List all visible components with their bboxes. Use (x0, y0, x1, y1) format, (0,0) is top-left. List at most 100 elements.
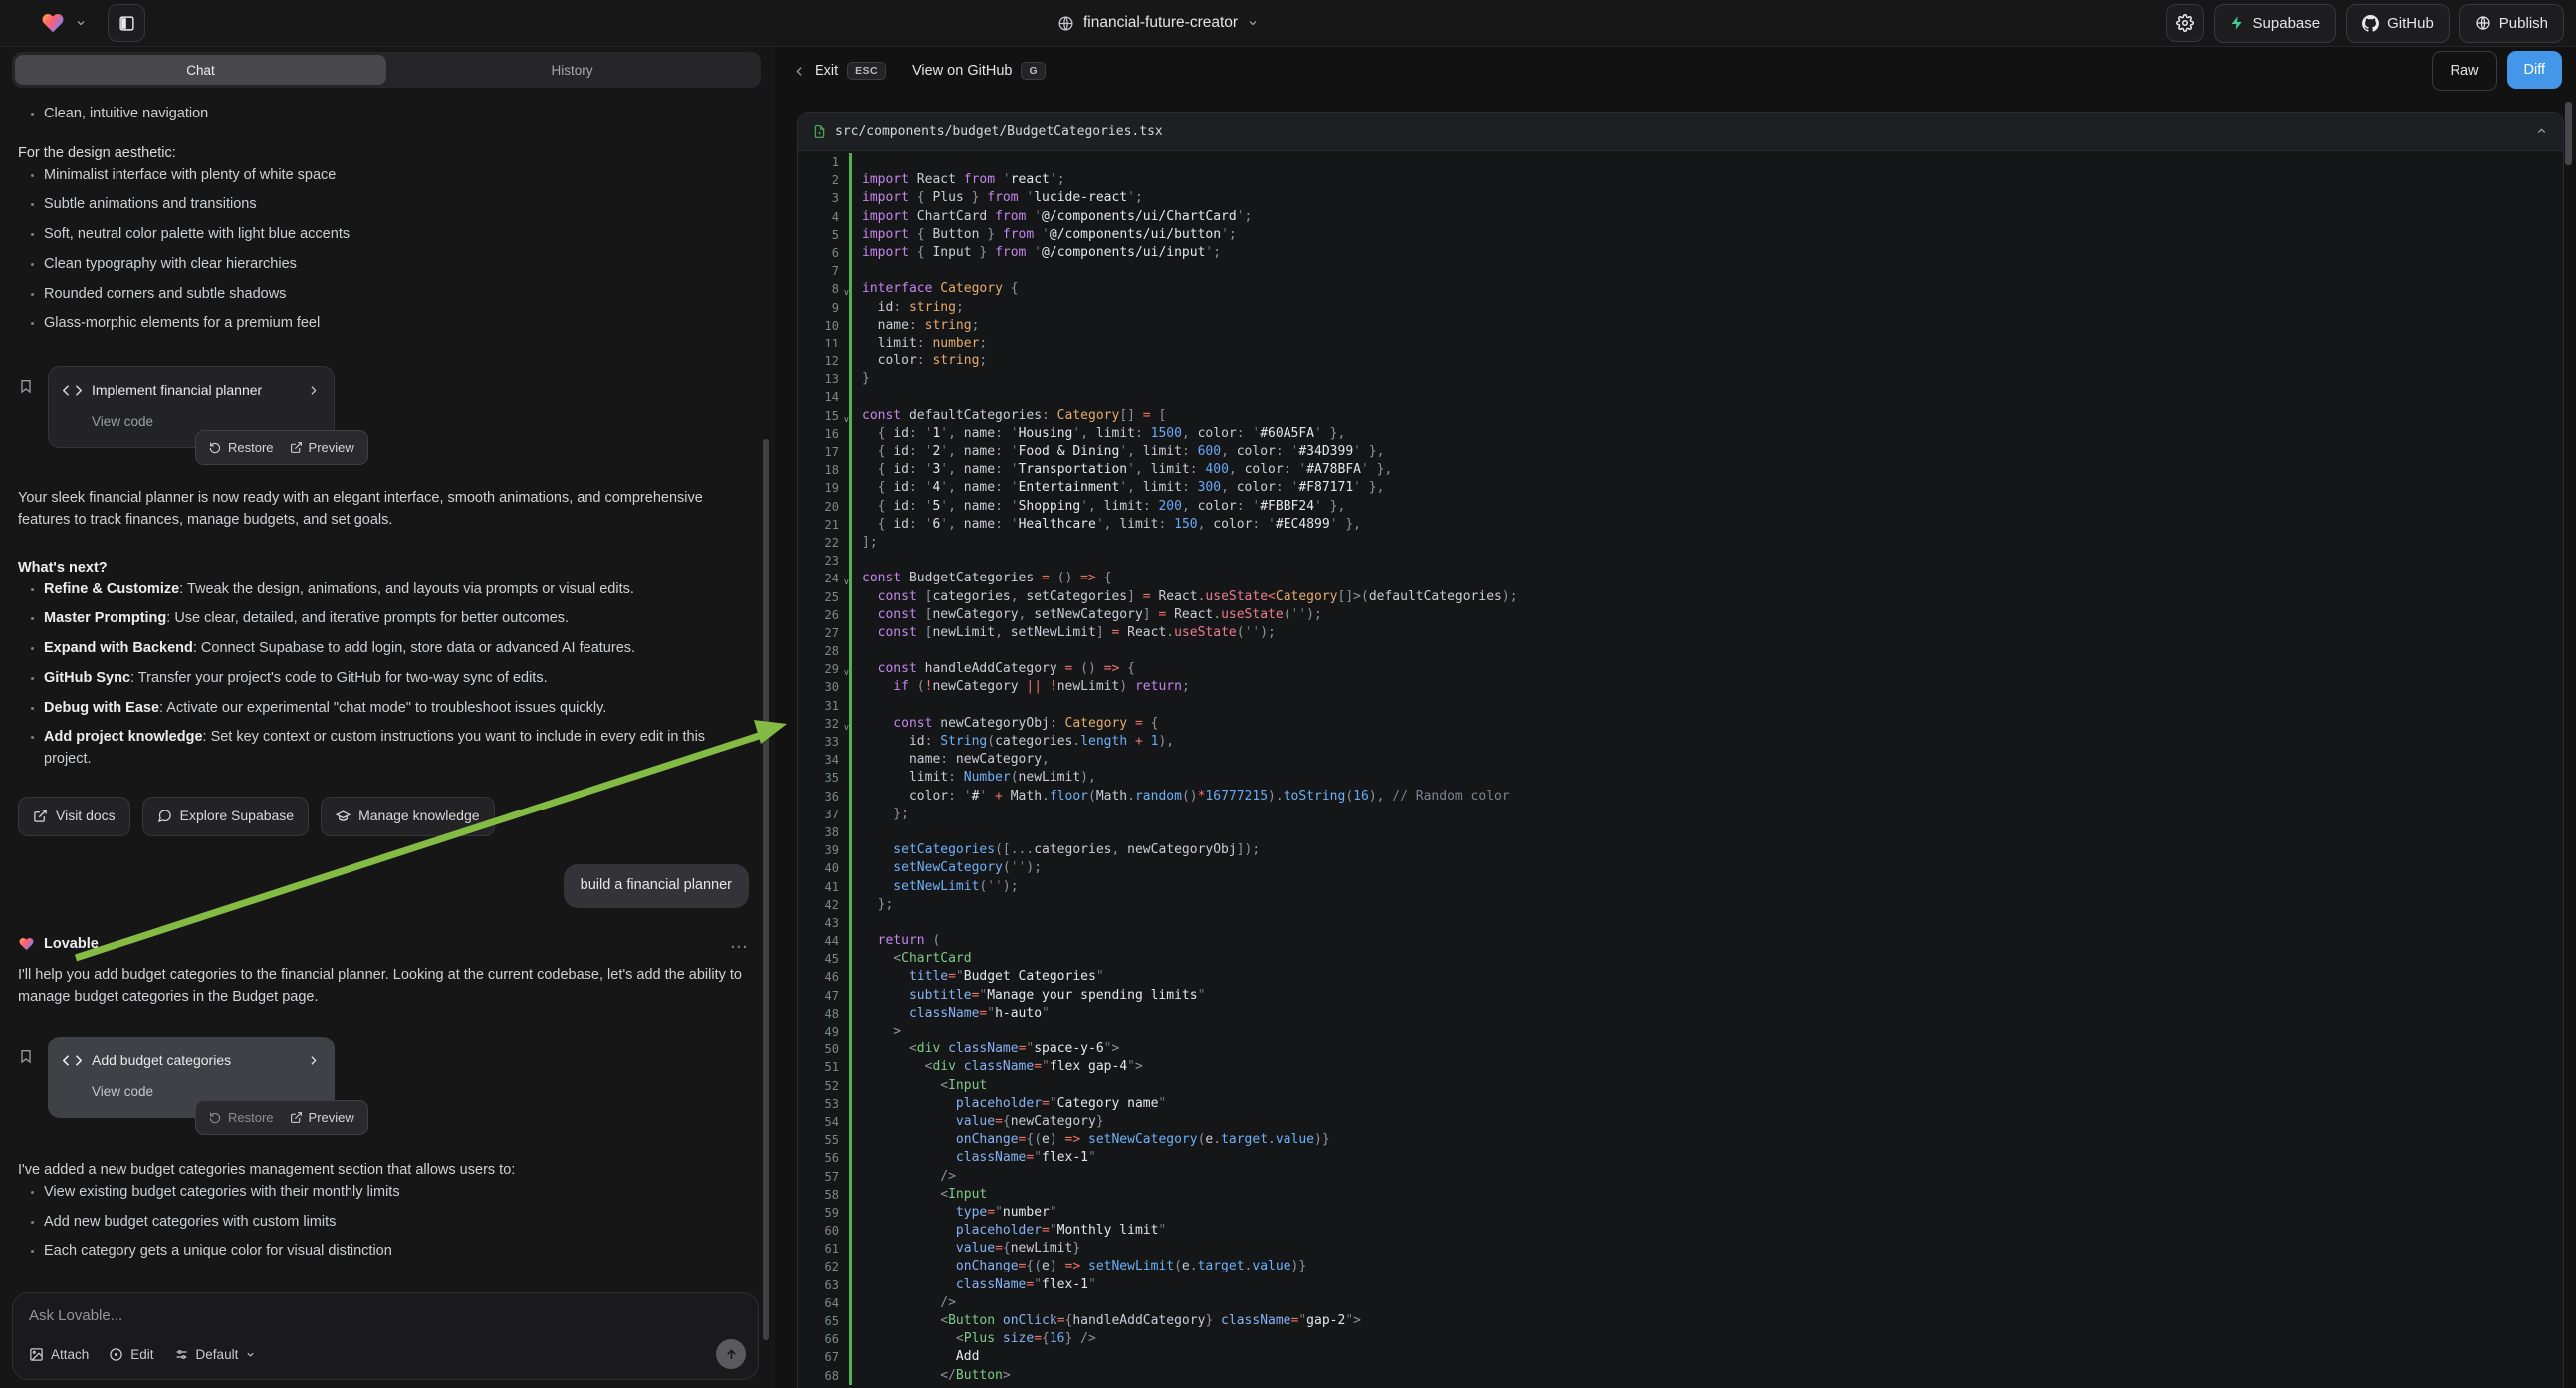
code-line: 51 <div className="flex gap-4"> (798, 1058, 2563, 1076)
exit-button[interactable]: Exit esc (793, 62, 886, 80)
code-line: 53 placeholder="Category name" (798, 1095, 2563, 1113)
chat-panel: Chat History Clean, intuitive navigation… (0, 46, 775, 1388)
restore-button[interactable]: Restore (209, 438, 274, 458)
view-on-github-label: View on GitHub (912, 63, 1012, 79)
code-line: 37 }; (798, 806, 2563, 823)
diff-toggle-button[interactable]: Diff (2507, 51, 2563, 89)
send-button[interactable] (716, 1339, 746, 1369)
code-line: 31 (798, 697, 2563, 715)
explore-supabase-button[interactable]: Explore Supabase (142, 797, 309, 836)
code-line: 11 limit: number; (798, 335, 2563, 352)
tab-chat-label: Chat (186, 63, 215, 78)
assistant-paragraph: I'll help you add budget categories to t… (18, 965, 749, 1009)
code-line: 47 subtitle="Manage your spending limits… (798, 987, 2563, 1005)
code-line: 35 limit: Number(newLimit), (798, 769, 2563, 787)
supabase-button[interactable]: Supabase (2214, 4, 2337, 43)
whats-next-bullets: Refine & Customize: Tweak the design, an… (18, 579, 749, 771)
list-item: Subtle animations and transitions (44, 194, 749, 216)
code-line: 9 id: string; (798, 299, 2563, 317)
manage-knowledge-button[interactable]: Manage knowledge (321, 797, 494, 836)
publish-globe-icon (2475, 15, 2491, 31)
code-line: 64 /> (798, 1294, 2563, 1312)
supabase-icon (2229, 15, 2245, 31)
code-line: 3import { Plus } from 'lucide-react'; (798, 189, 2563, 207)
code-line: 57 /> (798, 1168, 2563, 1186)
code-scrollbar[interactable] (2565, 102, 2572, 165)
raw-toggle-button[interactable]: Raw (2432, 51, 2496, 91)
list-item: Minimalist interface with plenty of whit… (44, 165, 749, 187)
code-line: 26 const [newCategory, setNewCategory] =… (798, 606, 2563, 624)
attach-label: Attach (51, 1347, 89, 1362)
code-line: 46 title="Budget Categories" (798, 968, 2563, 986)
preview-label: Preview (309, 438, 354, 458)
lovable-logo[interactable] (40, 11, 66, 35)
settings-button[interactable] (2166, 4, 2204, 42)
restore-icon (209, 441, 222, 454)
collapse-file-button[interactable] (2535, 125, 2548, 138)
view-on-github-button[interactable]: View on GitHub G (912, 62, 1046, 80)
code-line: 2import React from 'react'; (798, 171, 2563, 189)
code-line: 5import { Button } from '@/components/ui… (798, 226, 2563, 244)
code-line: 50 <div className="space-y-6"> (798, 1041, 2563, 1058)
supabase-label: Supabase (2253, 15, 2321, 32)
attach-button[interactable]: Attach (29, 1347, 89, 1362)
restore-button[interactable]: Restore (209, 1108, 274, 1128)
publish-button[interactable]: Publish (2459, 4, 2564, 43)
preview-button[interactable]: Preview (290, 1108, 354, 1128)
code-diff[interactable]: 12import React from 'react';3import { Pl… (798, 151, 2563, 1385)
diff-file-card: src/components/budget/BudgetCategories.t… (797, 112, 2564, 1388)
exit-label: Exit (815, 63, 838, 79)
model-selector[interactable]: Default (174, 1347, 257, 1362)
file-added-icon (813, 124, 826, 139)
list-item: Glass-morphic elements for a premium fee… (44, 313, 749, 335)
edit-label: Edit (130, 1347, 153, 1362)
visit-docs-label: Visit docs (56, 806, 116, 826)
list-item: Debug with Ease: Activate our experiment… (44, 698, 749, 720)
bookmark-icon[interactable] (18, 1048, 34, 1064)
chat-scrollbar[interactable] (763, 439, 769, 1340)
edit-mode-button[interactable]: Edit (109, 1347, 153, 1362)
whats-next-heading: What's next? (18, 558, 749, 579)
project-switcher[interactable]: financial-future-creator (1057, 0, 1259, 46)
code-line: 21 { id: '6', name: 'Healthcare', limit:… (798, 516, 2563, 534)
message-menu-button[interactable]: ... (731, 934, 749, 956)
code-icon (63, 1054, 82, 1067)
chat-history-tabs: Chat History (12, 52, 761, 88)
view-code-link[interactable]: View code (92, 1082, 320, 1102)
tab-history[interactable]: History (386, 55, 758, 85)
file-header[interactable]: src/components/budget/BudgetCategories.t… (798, 113, 2563, 151)
code-line: 59 type="number" (798, 1204, 2563, 1222)
code-line: 55 onChange={(e) => setNewCategory(e.tar… (798, 1131, 2563, 1149)
chat-composer[interactable]: Ask Lovable... Attach Edit Default (12, 1292, 759, 1380)
chevron-down-icon[interactable] (75, 17, 87, 29)
list-item: GitHub Sync: Transfer your project's cod… (44, 668, 749, 690)
code-line: 42 }; (798, 896, 2563, 914)
tab-chat[interactable]: Chat (15, 55, 386, 85)
code-line: 44 return ( (798, 932, 2563, 950)
code-line: 10 name: string; (798, 317, 2563, 335)
code-line: 62 onChange={(e) => setNewLimit(e.target… (798, 1258, 2563, 1275)
code-line: 45 <ChartCard (798, 950, 2563, 968)
chat-messages[interactable]: Clean, intuitive navigation For the desi… (18, 102, 749, 1284)
toggle-sidebar-button[interactable] (108, 4, 145, 42)
code-line: 40 setNewCategory(''); (798, 859, 2563, 877)
code-line: 34 name: newCategory, (798, 751, 2563, 769)
list-item: Each category gets a unique color for vi… (44, 1241, 749, 1263)
github-button[interactable]: GitHub (2346, 4, 2450, 43)
preview-button[interactable]: Preview (290, 438, 354, 458)
visit-docs-button[interactable]: Visit docs (18, 797, 130, 836)
code-line: 16 { id: '1', name: 'Housing', limit: 15… (798, 425, 2563, 443)
list-item: Master Prompting: Use clear, detailed, a… (44, 608, 749, 630)
chat-input[interactable]: Ask Lovable... (29, 1307, 742, 1324)
restore-icon (209, 1111, 222, 1124)
github-icon (2362, 15, 2379, 32)
code-line: 66 <Plus size={16} /> (798, 1330, 2563, 1348)
code-view-panel: Exit esc View on GitHub G Raw Diff src/c… (775, 46, 2576, 1388)
code-line: 12 color: string; (798, 352, 2563, 370)
assistant-paragraph: I've added a new budget categories manag… (18, 1160, 749, 1182)
code-line: 48 className="h-auto" (798, 1005, 2563, 1023)
bookmark-icon[interactable] (18, 378, 34, 394)
code-line: 25 const [categories, setCategories] = R… (798, 588, 2563, 606)
file-path: src/components/budget/BudgetCategories.t… (835, 124, 1163, 139)
list-item: Clean, intuitive navigation (44, 104, 749, 125)
